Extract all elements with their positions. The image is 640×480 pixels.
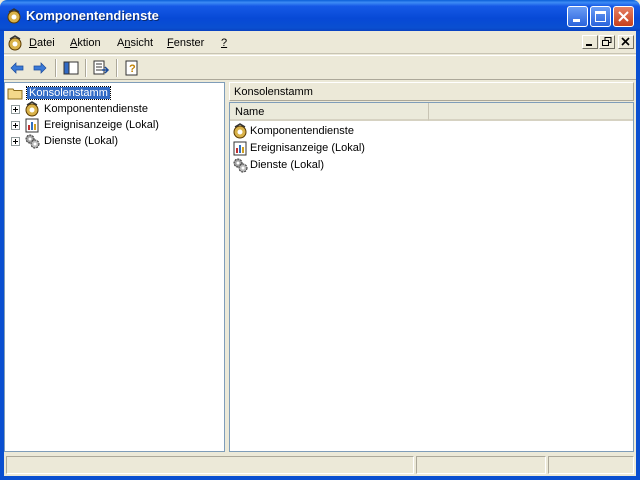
tree-item-label: Komponentendienste xyxy=(44,103,148,115)
result-pane-header: Konsolenstamm xyxy=(229,82,634,101)
restore-icon xyxy=(602,37,612,46)
list-item-label: Komponentendienste xyxy=(250,125,354,137)
toolbar-separator xyxy=(116,59,118,77)
tree-item-dienste[interactable]: Dienste (Lokal) xyxy=(11,133,118,149)
menu-datei[interactable]: Datei xyxy=(29,37,55,49)
export-list-icon[interactable] xyxy=(92,59,110,77)
menu-accelerator: F xyxy=(167,37,174,49)
list-item-dienste[interactable]: Dienste (Lokal) xyxy=(232,157,324,173)
menu-aktion[interactable]: Aktion xyxy=(70,37,101,49)
menu-accelerator: n xyxy=(124,37,131,49)
status-cell-3 xyxy=(548,456,634,474)
window-border-right xyxy=(636,31,640,480)
menu-fenster[interactable]: Fenster xyxy=(167,37,204,49)
tree-item-label: Dienste (Lokal) xyxy=(44,135,118,147)
services-gear-icon xyxy=(233,158,248,173)
tree-item-ereignisanzeige[interactable]: Ereignisanzeige (Lokal) xyxy=(11,117,159,133)
component-services-icon xyxy=(7,8,21,24)
menu-accelerator: A xyxy=(70,37,78,49)
list-item-komponentendienste[interactable]: Komponentendienste xyxy=(232,123,354,139)
child-close-button[interactable] xyxy=(618,35,634,49)
status-bar xyxy=(4,454,636,476)
expand-icon[interactable] xyxy=(11,136,20,146)
folder-icon xyxy=(7,88,23,100)
close-button[interactable] xyxy=(613,6,634,27)
status-cell-2 xyxy=(416,456,546,474)
close-icon xyxy=(621,37,630,46)
maximize-icon xyxy=(595,11,606,22)
event-viewer-icon xyxy=(233,141,247,156)
list-item-label: Ereignisanzeige (Lokal) xyxy=(250,142,365,154)
menu-accelerator: D xyxy=(29,37,37,49)
list-item-label: Dienste (Lokal) xyxy=(250,159,324,171)
toolbar-separator xyxy=(55,59,57,77)
services-gear-icon xyxy=(25,134,40,149)
expand-icon[interactable] xyxy=(11,120,20,130)
column-header-name[interactable]: Name xyxy=(230,103,429,121)
event-viewer-icon xyxy=(25,118,39,133)
title-bar[interactable]: Komponentendienste xyxy=(0,0,640,31)
toolbar-separator xyxy=(85,59,87,77)
menu-accelerator: ? xyxy=(221,37,228,49)
forward-arrow-icon[interactable] xyxy=(31,59,49,77)
tree-root-label: Konsolenstamm xyxy=(26,86,111,100)
close-icon xyxy=(618,11,629,22)
column-header-blank[interactable] xyxy=(429,103,633,121)
expand-icon[interactable] xyxy=(11,104,20,114)
minimize-icon xyxy=(573,19,580,22)
tree-root-konsolenstamm[interactable]: Konsolenstamm xyxy=(7,86,111,100)
column-header-label: Name xyxy=(235,106,265,118)
menu-bar: Datei Aktion Ansicht Fenster ? xyxy=(4,31,636,54)
result-pane-title: Konsolenstamm xyxy=(234,86,313,98)
component-services-icon xyxy=(25,101,39,117)
child-minimize-button[interactable] xyxy=(582,35,598,49)
back-arrow-icon[interactable] xyxy=(8,59,26,77)
svg-text:?: ? xyxy=(129,63,136,75)
tree-item-komponentendienste[interactable]: Komponentendienste xyxy=(11,101,148,117)
show-hide-tree-icon[interactable] xyxy=(62,59,80,77)
menu-help[interactable]: ? xyxy=(221,37,227,49)
console-tree: Konsolenstamm Komponentendienste Ereigni… xyxy=(4,82,225,452)
list-item-ereignisanzeige[interactable]: Ereignisanzeige (Lokal) xyxy=(232,140,365,156)
window-title: Komponentendienste xyxy=(26,8,159,23)
status-cell-main xyxy=(6,456,414,474)
minimize-button[interactable] xyxy=(567,6,588,27)
result-list: Name Komponentendienste Ereignisanzeige … xyxy=(229,102,634,452)
maximize-button[interactable] xyxy=(590,6,611,27)
tree-item-label: Ereignisanzeige (Lokal) xyxy=(44,119,159,131)
menu-ansicht[interactable]: Ansicht xyxy=(117,37,153,49)
child-restore-button[interactable] xyxy=(599,35,615,49)
component-services-icon xyxy=(233,123,247,139)
help-icon[interactable]: ? xyxy=(123,59,141,77)
component-services-icon[interactable] xyxy=(7,35,23,51)
window-border-bottom xyxy=(0,476,640,480)
minimize-icon xyxy=(586,44,592,46)
toolbar: ? xyxy=(4,55,636,80)
